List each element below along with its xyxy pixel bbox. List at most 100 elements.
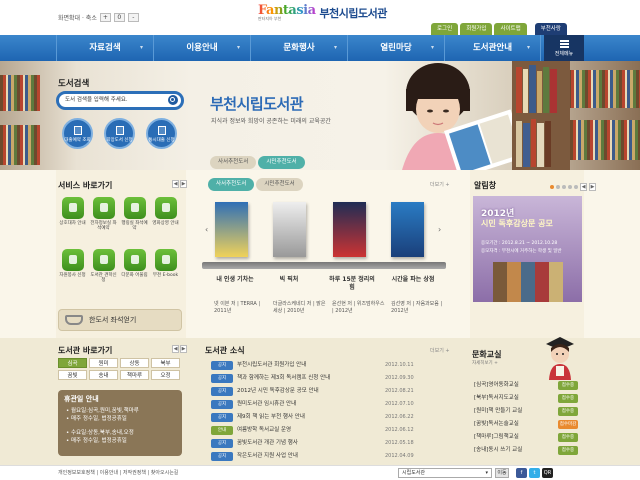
next-arrow-icon[interactable]: ▶ <box>180 180 187 188</box>
hero-title: 부천시립도서관 <box>210 95 304 113</box>
service-volunteer[interactable]: 자원봉사 신청 <box>58 249 87 278</box>
twitter-icon[interactable]: t <box>529 468 540 478</box>
classes-more-link[interactable]: 자세히보기 + <box>472 360 498 366</box>
news-text: 작은도서관 지원 사업 안내 <box>237 453 298 459</box>
search-icon[interactable] <box>168 95 178 105</box>
pager-dot[interactable] <box>574 185 578 189</box>
news-badge: 공지 <box>211 452 233 461</box>
book-cover[interactable] <box>215 202 248 257</box>
pager-dot[interactable] <box>562 185 566 189</box>
news-row[interactable]: 공지 작은도서관 지원 사업 안내 2012.04.09 <box>205 451 445 462</box>
nav-item-forum[interactable]: 열린마당 ▾ <box>347 35 444 61</box>
seat-reservation-button[interactable]: 한도서 좌석얻기 <box>58 309 182 331</box>
service-ebook[interactable]: 부천 E-book <box>151 249 180 278</box>
library-link[interactable]: 책마루 <box>120 370 149 380</box>
stacked-books-image <box>493 262 563 302</box>
book-cover[interactable] <box>333 202 366 257</box>
tab-citizen-picks[interactable]: 시민추천도서 <box>258 156 305 169</box>
go-button[interactable]: 이동 <box>495 468 509 478</box>
signup-link[interactable]: 회원가입 <box>460 23 493 35</box>
news-text: 책과 함께하는 제3회 독서캠프 신청 안내 <box>237 375 331 381</box>
next-arrow-icon[interactable]: ▶ <box>589 183 596 191</box>
book-title[interactable]: 빅 픽처 <box>264 276 314 284</box>
news-row[interactable]: 공지 2012년 시민 독후감상문 공모 안내 2012.08.21 <box>205 386 445 397</box>
facebook-icon[interactable]: f <box>516 468 527 478</box>
library-link[interactable]: 오정 <box>151 370 180 380</box>
family-site-select[interactable]: 시립도서관 ▾ <box>398 468 492 478</box>
footer-links[interactable]: 개인정보보호정책 | 이용안내 | 저작권정책 | 찾아오시는길 <box>58 469 178 476</box>
nav-item-guide[interactable]: 이용안내 ▾ <box>153 35 250 61</box>
service-e-seat[interactable]: 전자정보실 좌석예약 <box>89 197 118 231</box>
nav-item-events[interactable]: 문화행사 ▾ <box>250 35 347 61</box>
library-link[interactable]: 송내 <box>89 370 118 380</box>
class-row[interactable]: [원미]책 만들기 교실 접수중 <box>474 406 584 417</box>
interlibrary-loan-button[interactable]: 통시대출 신청 <box>146 118 177 149</box>
qr-code-icon[interactable]: QR <box>542 468 553 478</box>
login-link[interactable]: 로그인 <box>431 23 459 35</box>
site-logo[interactable]: Fantasia 판타지아 부천 부천시립도서관 <box>258 3 387 22</box>
service-label: 영화상영 안내 <box>152 221 179 226</box>
zoom-in-button[interactable]: + <box>99 13 111 22</box>
social-icons: f t QR <box>516 468 553 478</box>
news-row[interactable]: 공지 원미도서관 임시휴관 안내 2012.07.10 <box>205 399 445 410</box>
service-label: 전자정보실 좌석예약 <box>90 221 117 231</box>
service-multicultural[interactable]: 다문화 어울림 <box>120 249 149 278</box>
chevron-right-icon[interactable]: › <box>438 225 441 234</box>
class-row[interactable]: [북부]독서지도교실 접수중 <box>474 393 584 404</box>
popup-banner[interactable]: 2012년 시민 독후감상문 공모 응모기간 : 2012.8.21 ~ 201… <box>473 196 582 302</box>
nav-item-search[interactable]: 자료검색 ▾ <box>56 35 153 61</box>
news-row[interactable]: 공지 제9회 책 읽는 부천 행사 안내 2012.06.22 <box>205 412 445 423</box>
news-date: 2012.05.18 <box>385 440 414 446</box>
nav-item-about[interactable]: 도서관안내 ▾ <box>444 35 541 61</box>
girl-reading-photo <box>380 61 570 178</box>
book-title[interactable]: 시간을 파는 상점 <box>388 276 438 284</box>
loan-reservation-button[interactable]: 대출예약 조회 <box>62 118 93 149</box>
sitemap-link[interactable]: 사이트맵 <box>494 23 527 35</box>
book-cover[interactable] <box>273 202 306 257</box>
class-row[interactable]: [심곡]영어동화교실 접수중 <box>474 380 584 391</box>
search-input[interactable]: 도서 검색을 입력해 주세요. <box>56 91 184 110</box>
tab-librarian-picks[interactable]: 사서추천도서 <box>208 178 255 191</box>
news-row[interactable]: 공지 책과 함께하는 제3회 독서캠프 신청 안내 2012.09.30 <box>205 373 445 384</box>
ebook-icon <box>154 249 177 271</box>
prev-arrow-icon[interactable]: ◀ <box>580 183 587 191</box>
class-row[interactable]: [송내]동시 쓰기 교실 접수중 <box>474 445 584 456</box>
library-link[interactable]: 꿈빛 <box>58 370 87 380</box>
footer: 개인정보보호정책 | 이용안내 | 저작권정책 | 찾아오시는길 시립도서관 ▾ … <box>0 465 640 480</box>
recommend-more-link[interactable]: 더보기 + <box>430 181 450 188</box>
chevron-left-icon[interactable]: ‹ <box>205 225 208 234</box>
service-interlibrary[interactable]: 상호대차 안내 <box>58 197 87 226</box>
next-arrow-icon[interactable]: ▶ <box>180 345 187 353</box>
news-date: 2012.06.22 <box>385 414 414 420</box>
news-row[interactable]: 안내 여름방학 독서교실 운영 2012.06.12 <box>205 425 445 436</box>
tab-librarian-picks[interactable]: 사서추천도서 <box>210 156 257 169</box>
tab-citizen-picks[interactable]: 시민추천도서 <box>256 178 303 191</box>
service-tour[interactable]: 도서관 견학신청 <box>89 249 118 283</box>
building-icon <box>92 249 115 271</box>
class-row[interactable]: [책마루]그림책교실 접수중 <box>474 432 584 443</box>
book-title[interactable]: 하루 15분 정리의 힘 <box>327 276 377 292</box>
news-date: 2012.08.21 <box>385 388 414 394</box>
library-link[interactable]: 심곡 <box>58 358 87 368</box>
news-more-link[interactable]: 더보기 + <box>430 347 450 354</box>
service-movie[interactable]: 영화상영 안내 <box>151 197 180 226</box>
book-cover[interactable] <box>391 202 424 257</box>
news-row[interactable]: 공지 부천시립도서관 회원가입 안내 2012.10.11 <box>205 360 445 371</box>
library-link[interactable]: 북부 <box>151 358 180 368</box>
classes-title: 문화교실 <box>472 350 502 359</box>
wish-book-button[interactable]: 희망도서 신청 <box>104 118 135 149</box>
book-title[interactable]: 내 인생 기차는 <box>210 276 260 284</box>
prev-arrow-icon[interactable]: ◀ <box>172 345 179 353</box>
bucheon-site-link[interactable]: 부천사랑 <box>534 23 567 35</box>
zoom-out-button[interactable]: - <box>127 13 139 22</box>
prev-arrow-icon[interactable]: ◀ <box>172 180 179 188</box>
pager-dot[interactable] <box>568 185 572 189</box>
pager-dot[interactable] <box>550 185 554 189</box>
news-row[interactable]: 공지 꿈빛도서관 개관 기념 행사 2012.05.18 <box>205 438 445 449</box>
zoom-reset-button[interactable]: 0 <box>113 13 125 22</box>
pager-dot[interactable] <box>556 185 560 189</box>
class-row[interactable]: [꿈빛]독서논술교실 접수마감 <box>474 419 584 430</box>
library-link[interactable]: 상동 <box>120 358 149 368</box>
library-link[interactable]: 원미 <box>89 358 118 368</box>
service-media-seat[interactable]: 행링실 좌석예약 <box>120 197 149 231</box>
